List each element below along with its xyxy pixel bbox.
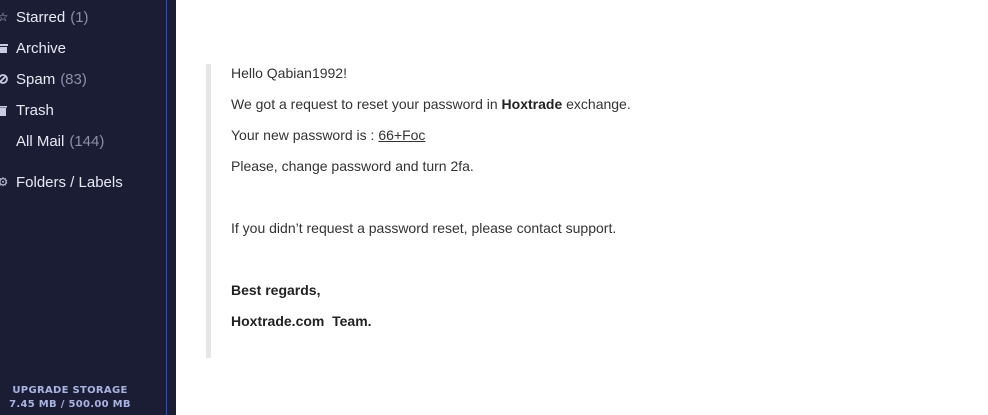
sidebar-border [167, 0, 176, 415]
sidebar-item-label: All Mail (144) [16, 132, 105, 150]
password-line: Your new password is : 66+Foc [231, 127, 426, 143]
sidebar: ☆ Starred (1) Archive Spam (83) Trash All … [0, 0, 167, 415]
star-icon: ☆ [0, 10, 9, 24]
sidebar-item-label: Spam (83) [16, 70, 87, 88]
signature-line: Hoxtrade.com Team. [231, 313, 372, 329]
sidebar-item-archive[interactable]: Archive [0, 36, 166, 60]
greeting: Hello Qabian1992! [231, 65, 347, 81]
closing-line: Best regards, [231, 282, 321, 298]
request-line: We got a request to reset your password … [231, 96, 631, 112]
sidebar-item-count: (144) [69, 132, 105, 150]
sidebar-item-label: Folders / Labels [16, 173, 123, 191]
sidebar-item-starred[interactable]: ☆ Starred (1) [0, 5, 166, 29]
sidebar-item-count: (1) [70, 8, 89, 26]
upgrade-storage-link[interactable]: UPGRADE STORAGE [0, 385, 140, 396]
sidebar-item-count: (83) [60, 70, 87, 88]
sidebar-item-folders-labels[interactable]: ⚙ Folders / Labels [0, 170, 166, 194]
spam-icon [0, 72, 9, 86]
gear-icon: ⚙ [0, 175, 9, 189]
archive-icon [0, 41, 9, 55]
disclaimer-line: If you didn’t request a password reset, … [231, 220, 617, 236]
sidebar-item-label: Trash [16, 101, 54, 119]
instruction-line: Please, change password and turn 2fa. [231, 158, 474, 174]
sidebar-item-label: Starred (1) [16, 8, 89, 26]
new-password-link[interactable]: 66+Foc [378, 127, 425, 143]
sidebar-item-all-mail[interactable]: All Mail (144) [0, 129, 166, 153]
sidebar-item-spam[interactable]: Spam (83) [0, 67, 166, 91]
sidebar-item-label: Archive [16, 39, 67, 57]
message-body: Hello Qabian1992! We got a request to re… [206, 64, 771, 358]
sidebar-item-trash[interactable]: Trash [0, 98, 166, 122]
trash-icon [0, 103, 9, 117]
brand-name: Hoxtrade [501, 96, 563, 112]
storage-usage: 7.45 MB / 500.00 MB [9, 399, 131, 410]
